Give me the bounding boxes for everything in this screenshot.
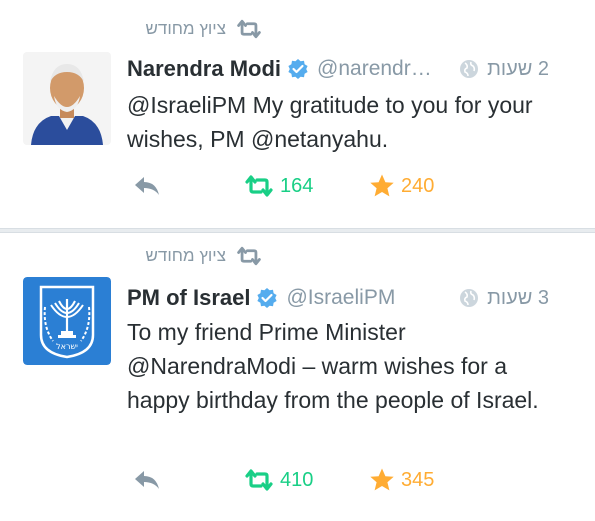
- tweet-actions: 410 345: [127, 465, 527, 495]
- retweet-button[interactable]: 410: [244, 465, 313, 495]
- author-handle[interactable]: @IsraeliPM: [286, 286, 395, 310]
- avatar[interactable]: ישראל: [23, 277, 111, 365]
- verified-badge-icon: [257, 288, 278, 308]
- globe-icon: [460, 60, 479, 78]
- retweet-icon: [245, 469, 273, 491]
- favorite-count: 345: [401, 468, 435, 491]
- timestamp-label: 2 שעות: [487, 57, 549, 80]
- retweeted-indicator: ציוץ מחודש: [0, 16, 262, 42]
- author-name[interactable]: Narendra Modi: [127, 56, 281, 82]
- retweeted-indicator: ציוץ מחודש: [0, 243, 262, 269]
- tweet[interactable]: ציוץ מחודש ישראל PM of Israel @IsraeliPM…: [0, 233, 595, 521]
- retweeted-label: ציוץ מחודש: [145, 246, 226, 265]
- tweet-text: To my friend Prime Minister @NarendraMod…: [127, 319, 539, 413]
- timestamp[interactable]: 3 שעות: [459, 283, 549, 313]
- timestamp-label: 3 שעות: [487, 286, 549, 309]
- tweet-actions: 164 240: [127, 171, 527, 201]
- emblem-of-israel-icon: ישראל: [23, 277, 111, 365]
- timestamp[interactable]: 2 שעות: [459, 54, 549, 84]
- tweet[interactable]: ציוץ מחודש Narendra Modi @narendr… 2 שעו…: [0, 0, 595, 228]
- retweet-icon: [237, 19, 261, 39]
- tweet-header: PM of Israel @IsraeliPM 3 שעות: [127, 283, 577, 313]
- retweet-icon: [245, 175, 273, 197]
- reply-icon[interactable]: [132, 173, 162, 199]
- verified-badge-icon: [288, 59, 308, 79]
- star-icon: [370, 174, 394, 197]
- tweet-feed: ציוץ מחודש Narendra Modi @narendr… 2 שעו…: [0, 0, 595, 521]
- star-icon: [370, 468, 394, 491]
- retweet-count: 164: [280, 174, 314, 197]
- retweeted-label: ציוץ מחודש: [145, 19, 226, 38]
- emblem-text: ישראל: [56, 342, 78, 351]
- tweet-header: Narendra Modi @narendr… 2 שעות: [127, 54, 577, 84]
- avatar[interactable]: [23, 52, 111, 145]
- globe-icon: [460, 289, 479, 307]
- tweet-text: @IsraeliPM My gratitude to you for your …: [127, 92, 533, 152]
- retweet-count: 410: [280, 468, 314, 491]
- reply-icon[interactable]: [132, 467, 162, 493]
- favorite-count: 240: [401, 174, 435, 197]
- favorite-button[interactable]: 240: [369, 171, 434, 201]
- favorite-button[interactable]: 345: [369, 465, 434, 495]
- retweet-icon: [237, 246, 261, 266]
- retweet-button[interactable]: 164: [244, 171, 313, 201]
- author-name[interactable]: PM of Israel: [127, 285, 250, 311]
- author-handle[interactable]: @narendr…: [317, 57, 432, 81]
- person-photo-icon: [23, 52, 111, 145]
